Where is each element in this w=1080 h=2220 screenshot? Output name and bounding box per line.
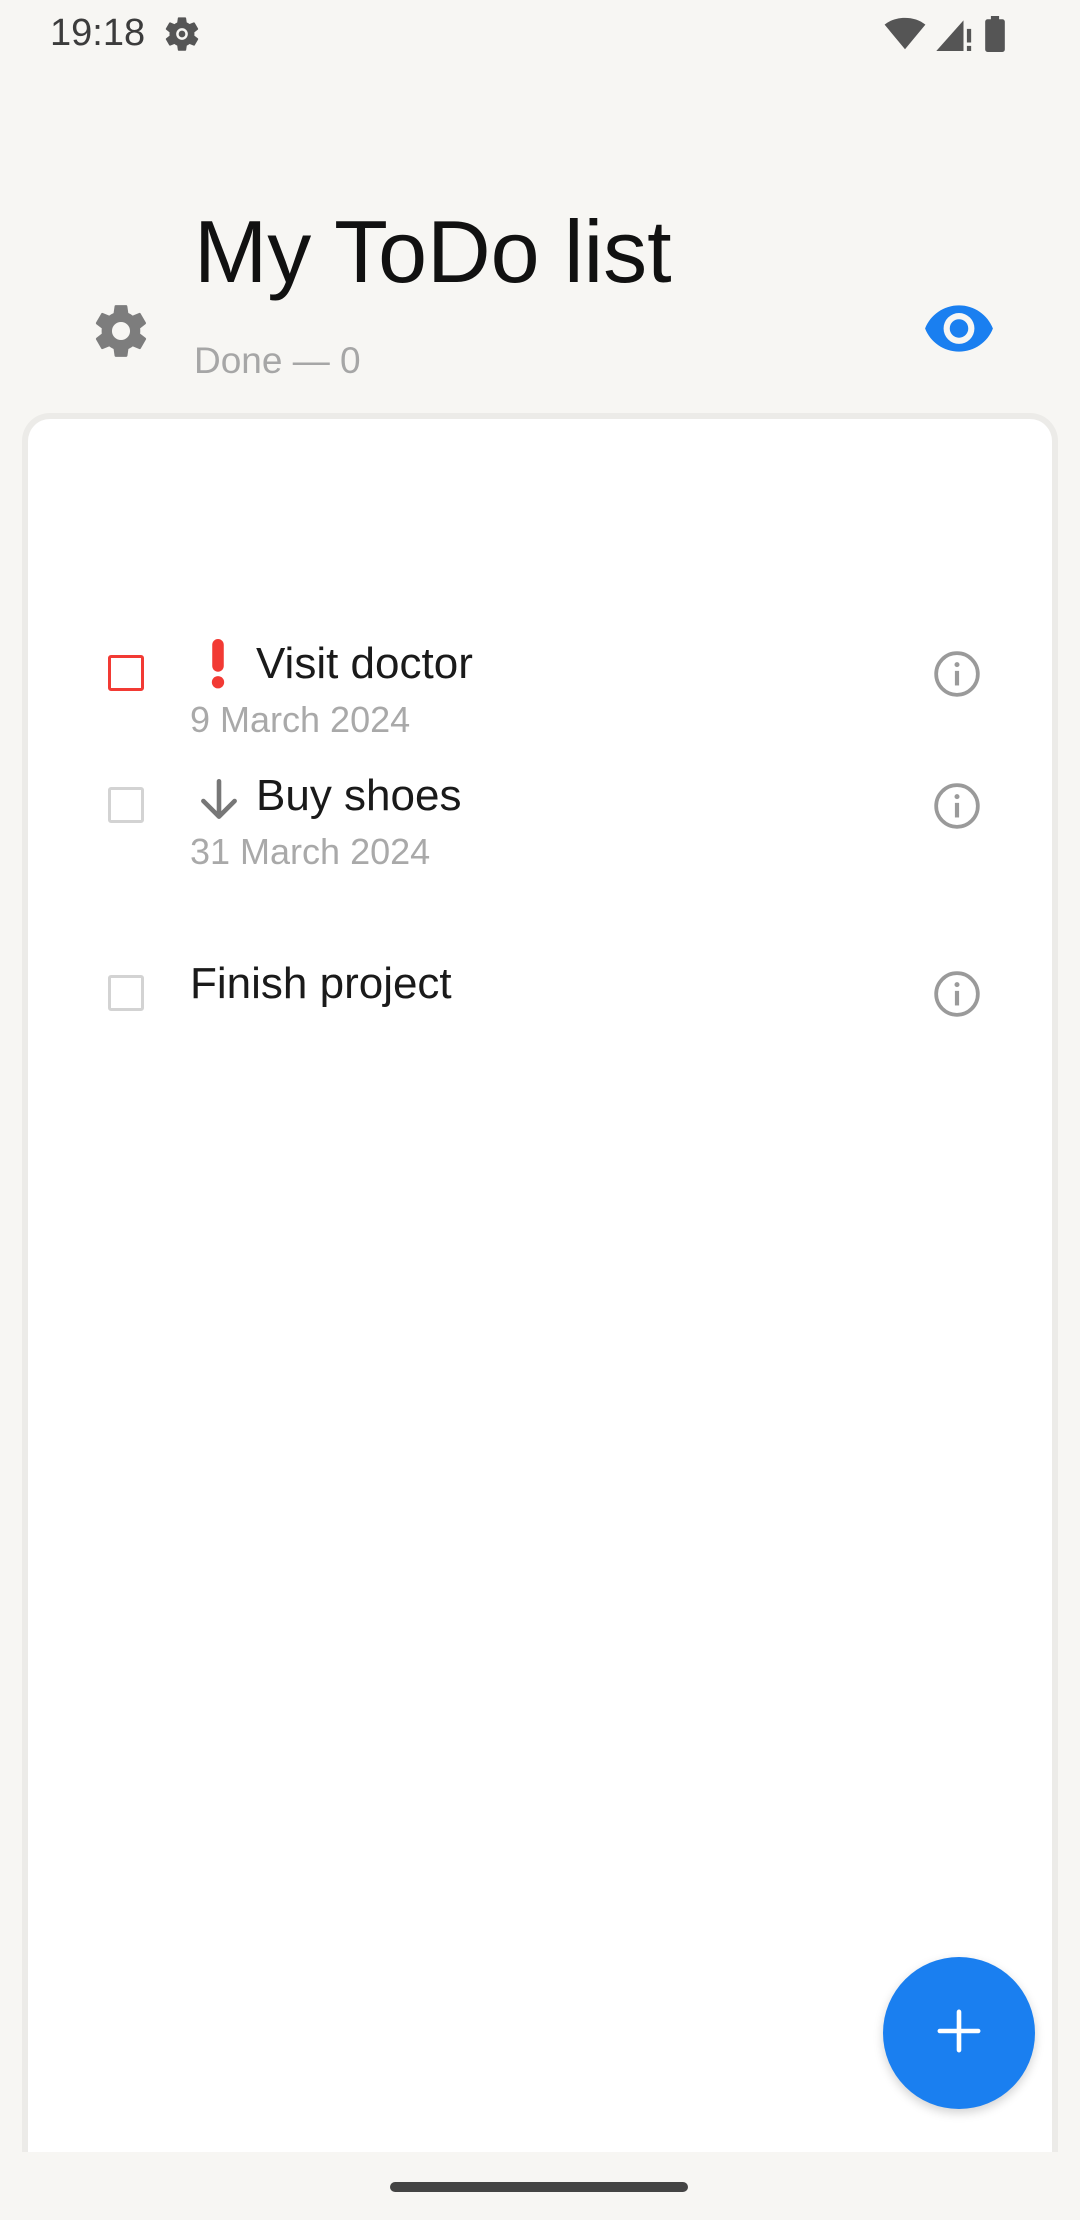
status-bar: 19:18: [0, 0, 1080, 68]
task-title: Buy shoes: [256, 771, 462, 820]
cell-signal-icon: [936, 17, 974, 51]
task-checkbox[interactable]: [108, 787, 144, 823]
battery-icon: [984, 16, 1006, 52]
eye-icon: [922, 305, 996, 364]
settings-gear-icon: [162, 14, 202, 54]
home-indicator[interactable]: [390, 2182, 688, 2192]
list-item[interactable]: Visit doctor 9 March 2024: [28, 529, 1052, 740]
task-title: Finish project: [190, 959, 452, 1008]
task-date: 31 March 2024: [190, 831, 431, 872]
exclamation-icon: [206, 639, 230, 694]
screen: 19:18 My ToDo list Done — 0 Visit doctor…: [0, 0, 1080, 2220]
task-date: 9 March 2024: [190, 699, 411, 740]
add-task-button[interactable]: [883, 1957, 1035, 2109]
plus-icon: [936, 2008, 982, 2059]
info-icon[interactable]: [932, 649, 982, 699]
settings-button[interactable]: [90, 300, 152, 362]
task-checkbox[interactable]: [108, 975, 144, 1011]
wifi-icon: [884, 17, 926, 51]
info-icon[interactable]: [932, 969, 982, 1019]
page-title: My ToDo list: [194, 202, 672, 301]
gear-icon: [90, 305, 152, 366]
task-checkbox[interactable]: [108, 655, 144, 691]
arrow-down-icon: [194, 774, 244, 831]
task-title: Visit doctor: [256, 639, 473, 688]
info-icon[interactable]: [932, 781, 982, 831]
task-list-card: Visit doctor 9 March 2024 Buy shoes 31 M…: [22, 413, 1058, 2220]
status-icons: [884, 14, 1006, 54]
toggle-visibility-button[interactable]: [922, 300, 996, 360]
status-time: 19:18: [50, 12, 146, 54]
done-counter: Done — 0: [194, 340, 361, 381]
